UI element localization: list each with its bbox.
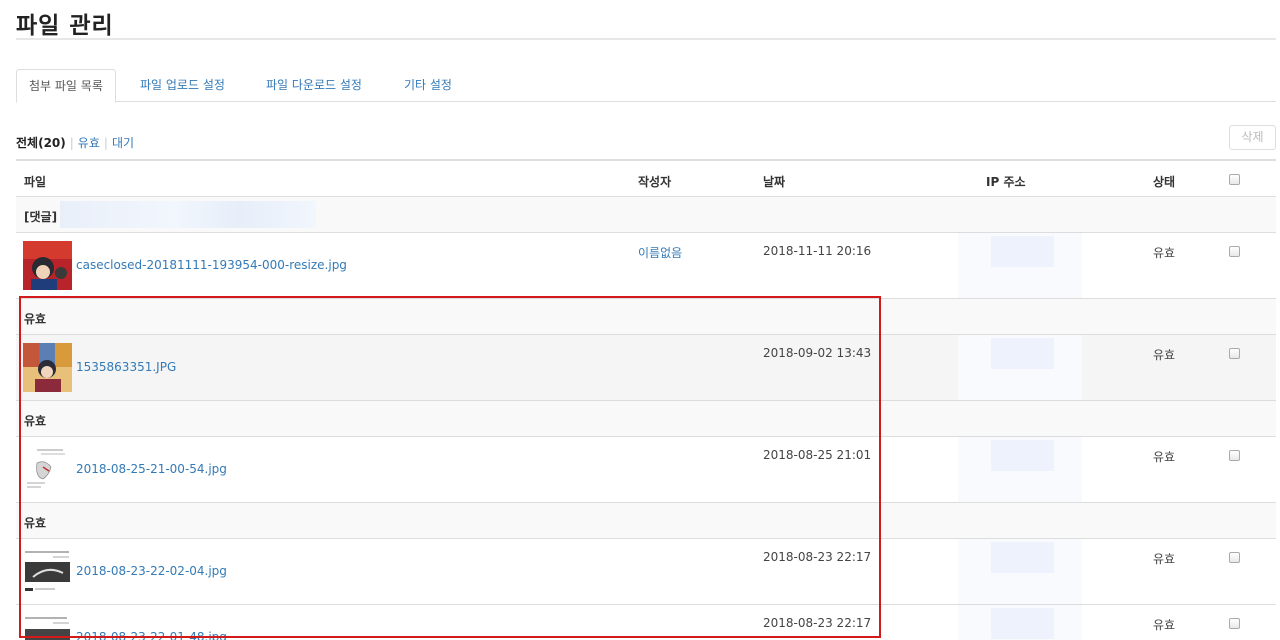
select-all-checkbox[interactable] xyxy=(1229,174,1240,185)
column-date: 날짜 xyxy=(763,175,786,189)
filter-waiting[interactable]: 대기 xyxy=(112,136,134,150)
file-thumbnail[interactable] xyxy=(23,343,72,392)
file-thumbnail[interactable] xyxy=(23,613,72,640)
upload-date: 2018-08-23 22:17 xyxy=(763,616,872,630)
group-label: 유효 xyxy=(24,312,47,326)
group-row: 유효 xyxy=(16,400,1276,436)
column-author: 작성자 xyxy=(638,175,672,189)
filter-separator: | xyxy=(69,136,74,150)
file-link[interactable]: 2018-08-23-22-02-04.jpg xyxy=(76,564,227,578)
file-row: 2018-08-23-22-01-48.jpg 2018-08-23 22:17… xyxy=(16,604,1276,640)
file-thumbnail[interactable] xyxy=(23,445,72,494)
file-thumbnail[interactable] xyxy=(23,241,72,290)
status-text: 유효 xyxy=(1153,450,1176,464)
file-row: 2018-08-23-22-02-04.jpg 2018-08-23 22:17… xyxy=(16,538,1276,605)
redacted-document-title xyxy=(60,201,316,228)
upload-date: 2018-11-11 20:16 xyxy=(763,244,872,258)
title-divider xyxy=(16,38,1276,40)
filter-all[interactable]: 전체(20) xyxy=(16,136,66,150)
page-title: 파일 관리 xyxy=(16,13,114,39)
group-row: 유효 xyxy=(16,502,1276,538)
row-checkbox[interactable] xyxy=(1229,618,1240,629)
filter-valid[interactable]: 유효 xyxy=(78,136,100,150)
tab-other-settings[interactable]: 기타 설정 xyxy=(392,69,464,102)
table-header: 파일 작성자 날짜 IP 주소 상태 xyxy=(16,159,1276,196)
redacted-ip-address xyxy=(958,605,1082,640)
group-label: 유효 xyxy=(24,414,47,428)
group-row: [댓글] xyxy=(16,196,1276,232)
upload-date: 2018-09-02 13:43 xyxy=(763,346,872,360)
upload-date: 2018-08-25 21:01 xyxy=(763,448,872,462)
tab-upload-settings[interactable]: 파일 업로드 설정 xyxy=(128,69,237,102)
redacted-ip-address xyxy=(958,233,1082,299)
group-row: 유효 xyxy=(16,298,1276,334)
status-text: 유효 xyxy=(1153,246,1176,260)
group-label: [댓글] xyxy=(24,210,58,224)
file-row: 2018-08-25-21-00-54.jpg 2018-08-25 21:01… xyxy=(16,436,1276,503)
file-link[interactable]: caseclosed-20181111-193954-000-resize.jp… xyxy=(76,258,347,272)
tab-bar: 첨부 파일 목록 파일 업로드 설정 파일 다운로드 설정 기타 설정 xyxy=(16,69,1276,103)
status-text: 유효 xyxy=(1153,348,1176,362)
author-link[interactable]: 이름없음 xyxy=(638,244,682,261)
group-label: 유효 xyxy=(24,516,47,530)
tab-download-settings[interactable]: 파일 다운로드 설정 xyxy=(254,69,374,102)
file-row: 1535863351.JPG 2018-09-02 13:43 유효 xyxy=(16,334,1276,401)
status-text: 유효 xyxy=(1153,618,1176,632)
upload-date: 2018-08-23 22:17 xyxy=(763,550,872,564)
column-status: 상태 xyxy=(1153,175,1176,189)
row-checkbox[interactable] xyxy=(1229,246,1240,257)
file-link[interactable]: 2018-08-25-21-00-54.jpg xyxy=(76,462,227,476)
row-checkbox[interactable] xyxy=(1229,450,1240,461)
file-thumbnail[interactable] xyxy=(23,547,72,596)
file-row: caseclosed-20181111-193954-000-resize.jp… xyxy=(16,232,1276,299)
file-link[interactable]: 2018-08-23-22-01-48.jpg xyxy=(76,630,227,640)
column-file: 파일 xyxy=(24,175,47,189)
status-filter: 전체(20) | 유효 | 대기 xyxy=(16,134,134,151)
filter-separator: | xyxy=(103,136,108,150)
status-text: 유효 xyxy=(1153,552,1176,566)
file-table: 파일 작성자 날짜 IP 주소 상태 [댓글] caseclosed-20181… xyxy=(16,159,1276,640)
redacted-ip-address xyxy=(958,539,1082,605)
redacted-ip-address xyxy=(958,335,1082,401)
file-link[interactable]: 1535863351.JPG xyxy=(76,360,176,374)
column-ip: IP 주소 xyxy=(986,175,1026,189)
row-checkbox[interactable] xyxy=(1229,552,1240,563)
redacted-ip-address xyxy=(958,437,1082,503)
delete-button[interactable]: 삭제 xyxy=(1229,125,1276,150)
tab-attachment-list[interactable]: 첨부 파일 목록 xyxy=(16,69,116,103)
row-checkbox[interactable] xyxy=(1229,348,1240,359)
